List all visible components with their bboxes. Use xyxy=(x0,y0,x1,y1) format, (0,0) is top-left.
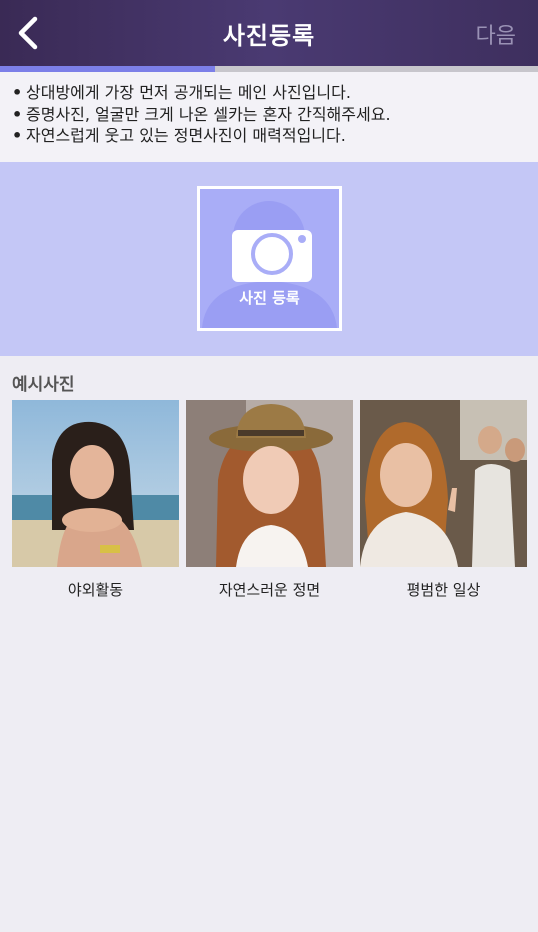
notice-text: 증명사진, 얼굴만 크게 나온 셀카는 혼자 간직해주세요. xyxy=(26,104,391,124)
page-title: 사진등록 xyxy=(222,21,316,50)
example-outdoor: 야외활동 xyxy=(12,400,179,600)
next-button[interactable]: 다음 xyxy=(476,18,516,50)
guidance-notice: • 상대방에게 가장 먼저 공개되는 메인 사진입니다. • 증명사진, 얼굴만 크… xyxy=(0,72,538,162)
example-caption: 야외활동 xyxy=(67,581,124,599)
upload-label: 사진 등록 xyxy=(239,289,300,307)
camera-icon xyxy=(232,230,312,282)
example-front: 자연스러운 정면 xyxy=(186,400,353,600)
notice-line: • 자연스럽게 웃고 있는 정면사진이 매력적입니다. xyxy=(12,126,346,145)
notice-line: • 증명사진, 얼굴만 크게 나온 셀카는 혼자 간직해주세요. xyxy=(12,104,391,124)
notice-text: 자연스럽게 웃고 있는 정면사진이 매력적입니다. xyxy=(26,126,346,145)
photo-upload-area: 사진 등록 xyxy=(0,162,538,356)
notice-line: • 상대방에게 가장 먼저 공개되는 메인 사진입니다. xyxy=(12,83,351,102)
example-photo-outdoor xyxy=(12,400,179,567)
notice-text: 상대방에게 가장 먼저 공개되는 메인 사진입니다. xyxy=(26,83,351,102)
top-bar: 사진등록 다음 xyxy=(0,0,538,66)
back-button[interactable] xyxy=(8,12,48,54)
example-daily: 평범한 일상 xyxy=(360,400,527,600)
example-photo-daily xyxy=(360,400,527,567)
examples-heading: 예시사진 xyxy=(12,375,75,395)
photo-upload-button[interactable]: 사진 등록 xyxy=(197,186,342,331)
example-caption: 평범한 일상 xyxy=(406,581,481,599)
example-photo-front xyxy=(186,400,353,567)
example-caption: 자연스러운 정면 xyxy=(218,581,321,599)
example-photos: 야외활동 자연스러운 정면 평범한 일상 xyxy=(12,400,528,610)
chevron-left-icon xyxy=(18,16,38,50)
